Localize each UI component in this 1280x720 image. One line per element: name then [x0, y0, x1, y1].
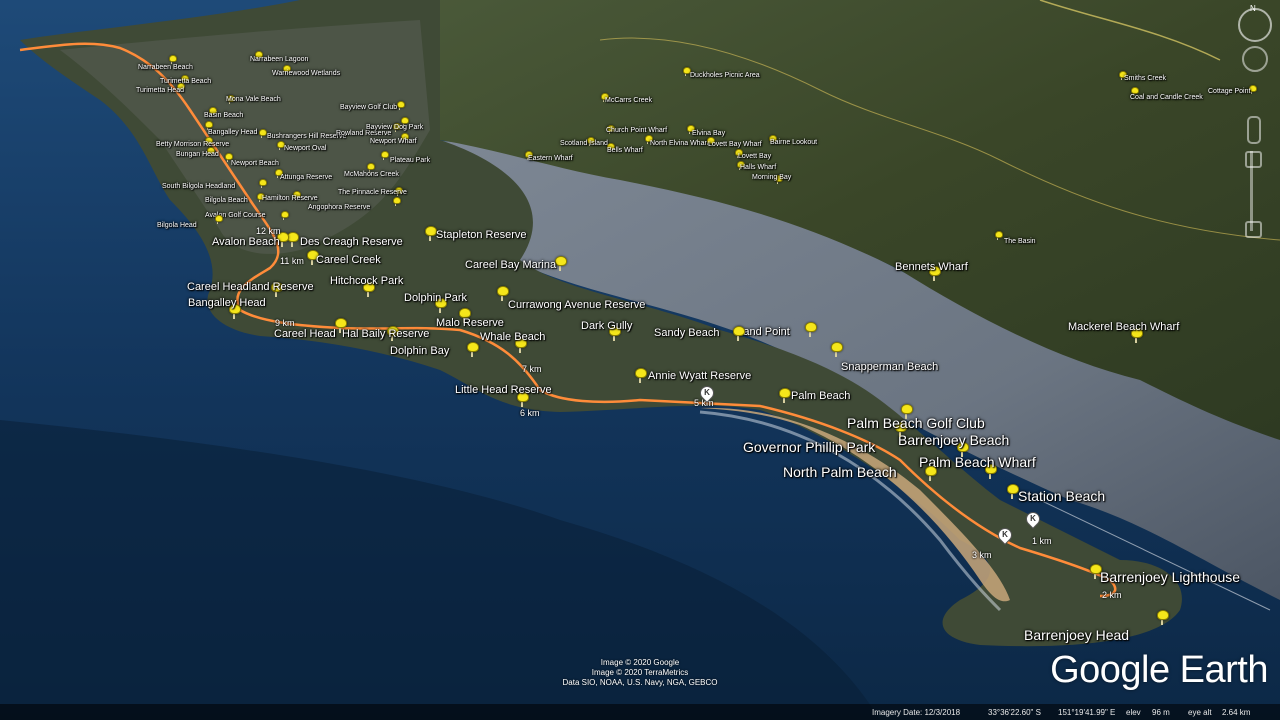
placemark-label[interactable]: Barrenjoey Lighthouse [1100, 570, 1240, 584]
placemark-label[interactable]: Bairne Lookout [770, 139, 817, 146]
placemark-label[interactable]: Turimetta Beach [160, 78, 211, 85]
elevation-value: 96 m [1152, 708, 1170, 717]
longitude-readout: 151°19'41.99" E [1058, 708, 1116, 717]
placemark-label[interactable]: Bayview Dog Park [366, 124, 423, 131]
placemark-label[interactable]: Station Beach [1018, 489, 1105, 503]
placemark-label[interactable]: McMahons Creek [344, 171, 399, 178]
placemark-label[interactable]: Bushrangers Hill Reserve [267, 133, 346, 140]
placemark-label[interactable]: Newport Wharf [370, 138, 417, 145]
placemark-label[interactable]: Bungan Head [176, 151, 219, 158]
route-distance-label: 3 km [972, 550, 992, 560]
placemark-label[interactable]: Mona Vale Beach [226, 96, 281, 103]
placemark-label[interactable]: Basin Beach [204, 112, 243, 119]
placemark-label[interactable]: Bilgola Beach [205, 197, 248, 204]
compass-north-label: N [1250, 4, 1256, 13]
placemark-label[interactable]: Newport Oval [284, 145, 326, 152]
placemark-label[interactable]: Bennets Wharf [895, 262, 968, 273]
placemark-label[interactable]: Hamilton Reserve [262, 195, 318, 202]
placemark-label[interactable]: Barrenjoey Beach [898, 433, 1009, 447]
placemark-label[interactable]: Narrabeen Lagoon [250, 56, 308, 63]
route-distance-label: 9 km [275, 318, 295, 328]
placemark-label[interactable]: Palm Beach Golf Club [847, 416, 985, 430]
placemark-label[interactable]: Bilgola Head [157, 222, 197, 229]
placemark-label[interactable]: Dolphin Bay [390, 346, 449, 357]
placemark-label[interactable]: Barrenjoey Head [1024, 628, 1129, 642]
placemark-label[interactable]: Governor Phillip Park [743, 440, 875, 454]
imagery-date: Imagery Date: 12/3/2018 [872, 708, 961, 717]
placemark-label[interactable]: North Palm Beach [783, 465, 897, 479]
placemark-label[interactable]: Halls Wharf [740, 164, 776, 171]
placemark-label[interactable]: Scotland Island [560, 140, 608, 147]
placemark-label[interactable]: Avalon Beach [212, 237, 280, 248]
placemark-label[interactable]: Coal and Candle Creek [1130, 94, 1203, 101]
placemark-label[interactable]: Bangalley Head [188, 298, 266, 309]
placemark-label[interactable]: Newport Beach [231, 160, 279, 167]
placemark-label[interactable]: North Elvina Wharf [650, 140, 709, 147]
map-imagery [0, 0, 1280, 720]
placemark-label[interactable]: Dark Gully [581, 321, 632, 332]
status-bar: Imagery Date: 12/3/2018 33°36'22.60" S 1… [0, 704, 1280, 720]
placemark-label[interactable]: Palm Beach Wharf [919, 455, 1036, 469]
placemark-label[interactable]: Attunga Reserve [280, 174, 332, 181]
placemark-label[interactable]: Narrabeen Beach [138, 64, 193, 71]
placemark-label[interactable]: Malo Reserve [436, 318, 504, 329]
latitude-readout: 33°36'22.60" S [988, 708, 1041, 717]
placemark-label[interactable]: Bayview Golf Club [340, 104, 397, 111]
placemark-label[interactable]: Snapperman Beach [841, 362, 938, 373]
placemark-label[interactable]: The Pinnacle Reserve [338, 189, 407, 196]
placemark-label[interactable]: Mackerel Beach Wharf [1068, 322, 1179, 333]
placemark-label[interactable]: Palm Beach [791, 391, 850, 402]
placemark-label[interactable]: Lovett Bay Wharf [708, 141, 762, 148]
route-distance-label: 11 km [280, 256, 304, 266]
route-distance-label: 1 km [1032, 536, 1052, 546]
placemark-label[interactable]: Warriewood Wetlands [272, 70, 340, 77]
eye-altitude-label: eye alt [1188, 708, 1212, 717]
route-distance-label: 7 km [522, 364, 542, 374]
street-view-pegman-icon[interactable] [1247, 116, 1261, 144]
placemark-label[interactable]: McCarrs Creek [605, 97, 652, 104]
placemark-label[interactable]: Annie Wyatt Reserve [648, 371, 751, 382]
placemark-label[interactable]: Careel Bay Marina [465, 260, 556, 271]
placemark-label[interactable]: Hitchcock Park [330, 276, 403, 287]
google-earth-logo: Google Earth [1050, 649, 1268, 691]
route-distance-label: 12 km [256, 226, 281, 236]
placemark-label[interactable]: Hal Baily Reserve [342, 329, 429, 340]
placemark-label[interactable]: Angophora Reserve [308, 204, 370, 211]
placemark-label[interactable]: Betty Morrison Reserve [156, 141, 229, 148]
placemark-label[interactable]: Eastern Wharf [528, 155, 573, 162]
map-viewport[interactable]: Barrenjoey Lighthouse Barrenjoey Head Stat… [0, 0, 1280, 720]
placemark-label[interactable]: Morning Bay [752, 174, 791, 181]
eye-altitude-value: 2.64 km [1222, 708, 1251, 717]
navigation-controls[interactable]: N [1234, 4, 1274, 246]
placemark-label[interactable]: Bangalley Head [208, 129, 257, 136]
placemark-label[interactable]: Elvina Bay [692, 130, 725, 137]
placemark-label[interactable]: South Bilgola Headland [162, 183, 235, 190]
placemark-label[interactable]: Lovett Bay [738, 153, 771, 160]
placemark-label[interactable]: Turimetta Head [136, 87, 184, 94]
zoom-slider[interactable] [1245, 151, 1262, 238]
placemark-label[interactable]: Church Point Wharf [606, 127, 667, 134]
placemark-label[interactable]: Duckholes Picnic Area [690, 72, 760, 79]
elevation-label: elev [1126, 708, 1141, 717]
placemark-label[interactable]: Careel Headland Reserve [187, 282, 314, 293]
placemark-label[interactable]: Des Creagh Reserve [300, 237, 403, 248]
compass-ring[interactable] [1238, 8, 1272, 42]
route-distance-label: 2 km [1102, 590, 1122, 600]
placemark-label[interactable]: Smiths Creek [1124, 75, 1166, 82]
placemark-label[interactable]: Rowland Reserve [336, 130, 391, 137]
placemark-label[interactable]: Bells Wharf [607, 147, 643, 154]
placemark-label[interactable]: The Basin [1004, 238, 1036, 245]
placemark-label[interactable]: Careel Creek [316, 255, 381, 266]
placemark-label[interactable]: Careel Head [274, 329, 336, 340]
placemark-label[interactable]: Dolphin Park [404, 293, 467, 304]
placemark-label[interactable]: Stapleton Reserve [436, 230, 527, 241]
placemark-label[interactable]: Currawong Avenue Reserve [508, 300, 645, 311]
placemark-label[interactable]: Little Head Reserve [455, 385, 552, 396]
route-distance-label: 6 km [520, 408, 540, 418]
look-joystick[interactable] [1242, 46, 1268, 72]
placemark-label[interactable]: Whale Beach [480, 332, 545, 343]
placemark-label[interactable]: Sandy Beach [654, 328, 719, 339]
placemark-label[interactable]: Plateau Park [390, 157, 430, 164]
